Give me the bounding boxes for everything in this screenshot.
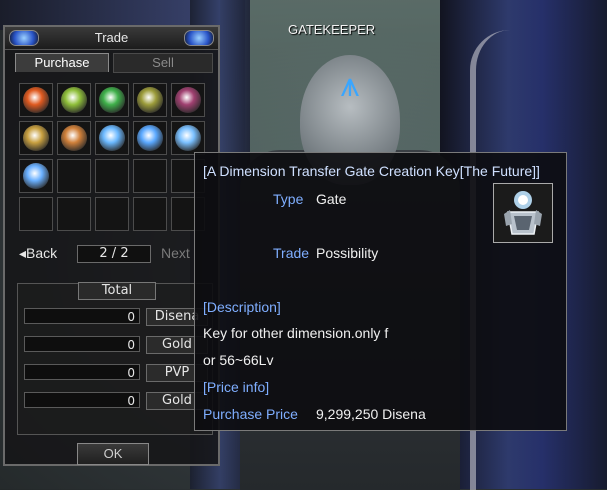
description-label: [Description] <box>203 299 281 315</box>
trade-tabs: Purchase Sell <box>15 53 213 73</box>
description-line-1: Key for other dimension.only f <box>203 325 389 341</box>
item-slot[interactable] <box>19 197 53 231</box>
item-slot[interactable] <box>19 159 53 193</box>
type-label: Type <box>273 191 304 207</box>
item-grid <box>19 83 209 239</box>
blue-gate-key-icon <box>23 163 49 189</box>
trade-label: Trade <box>273 245 310 261</box>
blue-gate-key-icon <box>137 125 163 151</box>
item-slot[interactable] <box>57 83 91 117</box>
item-slot[interactable] <box>57 121 91 155</box>
item-slot[interactable] <box>95 159 129 193</box>
purchase-price-value: 9,299,250 Disena <box>316 406 426 422</box>
gate-key-icon <box>493 183 553 243</box>
item-slot[interactable] <box>133 197 167 231</box>
trade-window: Trade Purchase Sell ◂Back 2 / 2 Next Tot… <box>3 25 220 466</box>
npc-name: GATEKEEPER <box>288 22 376 37</box>
totals-panel: Total 0 Disena 0 Gold 0 PVP 0 Gold <box>17 282 213 435</box>
item-slot[interactable] <box>133 159 167 193</box>
purchase-price-label: Purchase Price <box>203 406 298 422</box>
right-orb-icon <box>184 30 214 46</box>
blue-gate-key-icon <box>175 125 201 151</box>
ok-button[interactable]: OK <box>77 443 149 465</box>
item-slot[interactable] <box>57 197 91 231</box>
npc-head-mark-icon: ⩚ <box>340 65 360 105</box>
item-slot[interactable] <box>57 159 91 193</box>
item-slot[interactable] <box>133 121 167 155</box>
back-button[interactable]: ◂Back <box>19 245 57 262</box>
item-slot[interactable] <box>133 83 167 117</box>
total-row: 0 Gold <box>24 392 210 410</box>
type-value: Gate <box>316 191 347 207</box>
olive-ring-icon <box>137 87 163 113</box>
trade-title-bar[interactable]: Trade <box>5 27 218 50</box>
tab-purchase[interactable]: Purchase <box>15 53 109 72</box>
item-slot[interactable] <box>95 83 129 117</box>
item-slot[interactable] <box>95 197 129 231</box>
total-amount: 0 <box>24 364 140 380</box>
description-line-2: or 56~66Lv <box>203 352 274 368</box>
pager: ◂Back 2 / 2 Next <box>19 245 209 263</box>
page-indicator: 2 / 2 <box>77 245 151 263</box>
total-amount: 0 <box>24 336 140 352</box>
total-label: Total <box>78 282 156 300</box>
item-slot[interactable] <box>171 83 205 117</box>
star-amulet-icon <box>61 125 87 151</box>
total-amount: 0 <box>24 392 140 408</box>
price-info-label: [Price info] <box>203 379 270 395</box>
total-row: 0 Gold <box>24 336 210 354</box>
item-tooltip: [A Dimension Transfer Gate Creation Key[… <box>194 152 567 431</box>
green-gem-ring-icon <box>61 87 87 113</box>
gold-ring-icon <box>23 125 49 151</box>
back-label: Back <box>26 245 58 261</box>
fire-gem-ring-icon <box>23 87 49 113</box>
purple-box-icon <box>175 87 201 113</box>
tooltip-title: [A Dimension Transfer Gate Creation Key[… <box>203 163 540 179</box>
item-slot[interactable] <box>95 121 129 155</box>
item-slot[interactable] <box>19 83 53 117</box>
total-row: 0 Disena <box>24 308 210 326</box>
item-slot[interactable] <box>171 121 205 155</box>
item-slot[interactable] <box>19 121 53 155</box>
trade-value: Possibility <box>316 245 379 261</box>
tab-sell[interactable]: Sell <box>113 53 213 73</box>
total-amount: 0 <box>24 308 140 324</box>
blue-gate-key-icon <box>99 125 125 151</box>
next-button[interactable]: Next <box>161 245 190 261</box>
total-row: 0 PVP <box>24 364 210 382</box>
emerald-ring-icon <box>99 87 125 113</box>
